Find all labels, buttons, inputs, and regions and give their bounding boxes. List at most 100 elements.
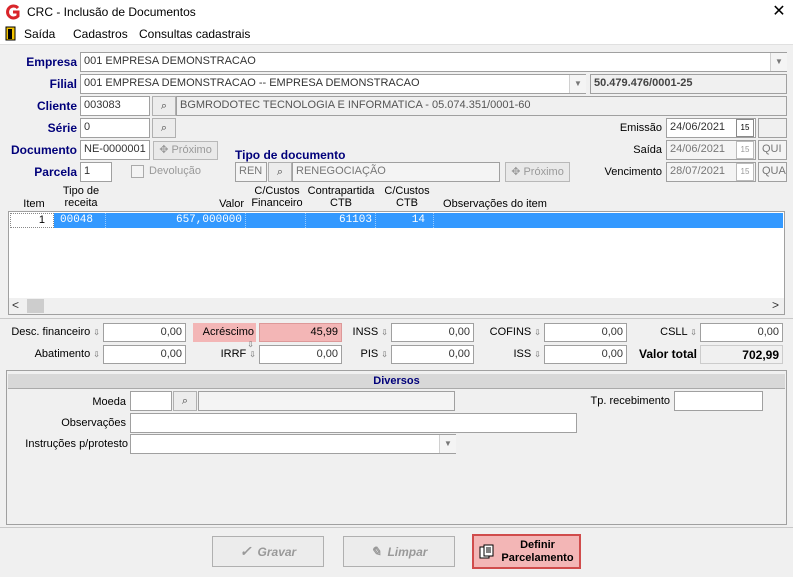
serie-input[interactable]: 0 [80, 118, 150, 138]
binoculars-icon[interactable]: ⌕ [173, 391, 197, 411]
saida-weekday: QUI [758, 140, 787, 160]
moeda-description [198, 391, 455, 411]
plus-icon: ✥ [159, 144, 169, 156]
col-header-valor: Valor [219, 198, 244, 210]
saida-label: Saída [633, 144, 662, 156]
cell-cc-financeiro[interactable] [246, 213, 306, 228]
close-icon[interactable]: ✕ [768, 1, 790, 23]
tp-recebimento-label: Tp. recebimento [590, 395, 670, 407]
csll-label: CSLL ⇩ [660, 326, 697, 338]
instrucoes-protesto-label: Instruções p/protesto [25, 438, 128, 450]
definir-label-line2: Parcelamento [501, 551, 574, 564]
pis-input[interactable]: 0,00 [391, 345, 474, 364]
diversos-title: Diversos [8, 374, 785, 389]
tipo-documento-label: Tipo de documento [235, 148, 346, 162]
irrf-input[interactable]: 0,00 [259, 345, 342, 364]
vencimento-label: Vencimento [604, 166, 662, 178]
col-header-contrapartida: Contrapartida CTB [307, 185, 375, 209]
acrescimo-input[interactable]: 45,99 [259, 323, 342, 342]
abatimento-label: Abatimento ⇩ [34, 348, 100, 360]
scroll-left-icon[interactable]: < [12, 298, 24, 312]
divider [0, 527, 793, 528]
documento-label: Documento [11, 143, 77, 157]
calendar-icon[interactable]: 15 [736, 141, 754, 159]
gravar-button[interactable]: ✓ Gravar [212, 536, 324, 567]
moeda-input[interactable] [130, 391, 172, 411]
horizontal-scrollbar[interactable] [9, 298, 784, 314]
tp-recebimento-input[interactable] [674, 391, 763, 411]
documento-input[interactable]: NE-0000001 [80, 140, 150, 160]
chevron-down-icon[interactable]: ▼ [770, 53, 787, 71]
binoculars-icon[interactable]: ⌕ [268, 162, 292, 182]
menu-saida[interactable]: Saída [24, 27, 55, 41]
cofins-label: COFINS ⇩ [489, 326, 541, 338]
irrf-label: IRRF ⇩ [220, 348, 256, 360]
abatimento-input[interactable]: 0,00 [103, 345, 186, 364]
cliente-code-input[interactable]: 003083 [80, 96, 150, 116]
limpar-label: Limpar [387, 544, 428, 559]
inss-input[interactable]: 0,00 [391, 323, 474, 342]
desc-financeiro-input[interactable]: 0,00 [103, 323, 186, 342]
filial-label: Filial [49, 77, 77, 91]
menu-consultas-cadastrais[interactable]: Consultas cadastrais [139, 27, 250, 41]
valor-total-label: Valor total [638, 347, 697, 361]
checkmark-icon: ✓ [239, 543, 252, 559]
definir-parcelamento-button[interactable]: Definir Parcelamento [472, 534, 581, 569]
csll-input[interactable]: 0,00 [700, 323, 783, 342]
emissao-label: Emissão [619, 122, 662, 134]
cell-item[interactable]: 1 [10, 213, 54, 228]
chevron-down-icon[interactable]: ▼ [569, 75, 586, 93]
scrollbar-thumb[interactable] [27, 299, 44, 313]
calendar-icon[interactable]: 15 [736, 163, 754, 181]
iss-input[interactable]: 0,00 [544, 345, 627, 364]
parcela-input[interactable]: 1 [80, 162, 112, 182]
tipo-doc-code-input[interactable]: REN [235, 162, 267, 182]
filial-select[interactable]: 001 EMPRESA DEMONSTRACAO -- EMPRESA DEMO… [80, 74, 586, 94]
cell-cc-ctb[interactable]: 14 [376, 213, 434, 228]
inss-label: INSS ⇩ [352, 326, 388, 338]
window-title: CRC - Inclusão de Documentos [27, 5, 196, 19]
cell-tipo-receita[interactable]: 00048 [54, 213, 106, 228]
vencimento-weekday: QUA [758, 162, 787, 182]
cell-observacoes[interactable] [434, 213, 783, 228]
col-header-observacoes: Observações do item [443, 198, 547, 210]
binoculars-icon[interactable]: ⌕ [152, 118, 176, 138]
cell-valor[interactable]: 657,000000 [106, 213, 246, 228]
devolucao-checkbox[interactable] [131, 165, 144, 178]
cliente-label: Cliente [36, 99, 77, 113]
proximo-tipo-label: Próximo [523, 166, 564, 178]
moeda-label: Moeda [92, 396, 126, 408]
menu-cadastros[interactable]: Cadastros [73, 27, 128, 41]
parcela-label: Parcela [34, 165, 77, 179]
tipo-doc-name: RENEGOCIAÇÃO [292, 162, 500, 182]
calendar-icon[interactable]: 15 [736, 119, 754, 137]
col-header-item: Item [23, 198, 45, 210]
app-logo-icon [6, 4, 20, 20]
empresa-select[interactable]: 001 EMPRESA DEMONSTRACAO [80, 52, 787, 72]
serie-label: Série [47, 121, 77, 135]
cofins-input[interactable]: 0,00 [544, 323, 627, 342]
scroll-right-icon[interactable]: > [772, 298, 784, 312]
observacoes-label: Observações [61, 417, 126, 429]
proximo-tipo-button[interactable]: ✥ Próximo [505, 162, 570, 182]
documents-icon [479, 544, 494, 558]
exit-door-icon [5, 26, 16, 41]
emissao-weekday [758, 118, 787, 138]
binoculars-icon[interactable]: ⌕ [152, 96, 176, 116]
cliente-name: BGMRODOTEC TECNOLOGIA E INFORMATICA - 05… [176, 96, 787, 116]
col-header-tipo-receita: Tipo de receita [62, 185, 100, 209]
eraser-icon: ✎ [370, 543, 382, 559]
col-header-cc-ctb: C/Custos CTB [384, 185, 430, 209]
cell-contrapartida[interactable]: 61103 [306, 213, 376, 228]
chevron-down-icon[interactable]: ▼ [439, 435, 456, 453]
iss-label: ISS ⇩ [513, 348, 542, 360]
definir-label-line1: Definir [520, 538, 555, 551]
empresa-label: Empresa [26, 55, 77, 69]
acrescimo-label: Acréscimo ⇩ [193, 323, 256, 349]
proximo-label: Próximo [171, 144, 212, 156]
col-header-cc-financeiro: C/Custos Financeiro [251, 185, 303, 209]
limpar-button[interactable]: ✎ Limpar [343, 536, 455, 567]
instrucoes-protesto-select[interactable] [130, 434, 456, 454]
proximo-button[interactable]: ✥ Próximo [153, 141, 218, 160]
observacoes-input[interactable] [130, 413, 577, 433]
